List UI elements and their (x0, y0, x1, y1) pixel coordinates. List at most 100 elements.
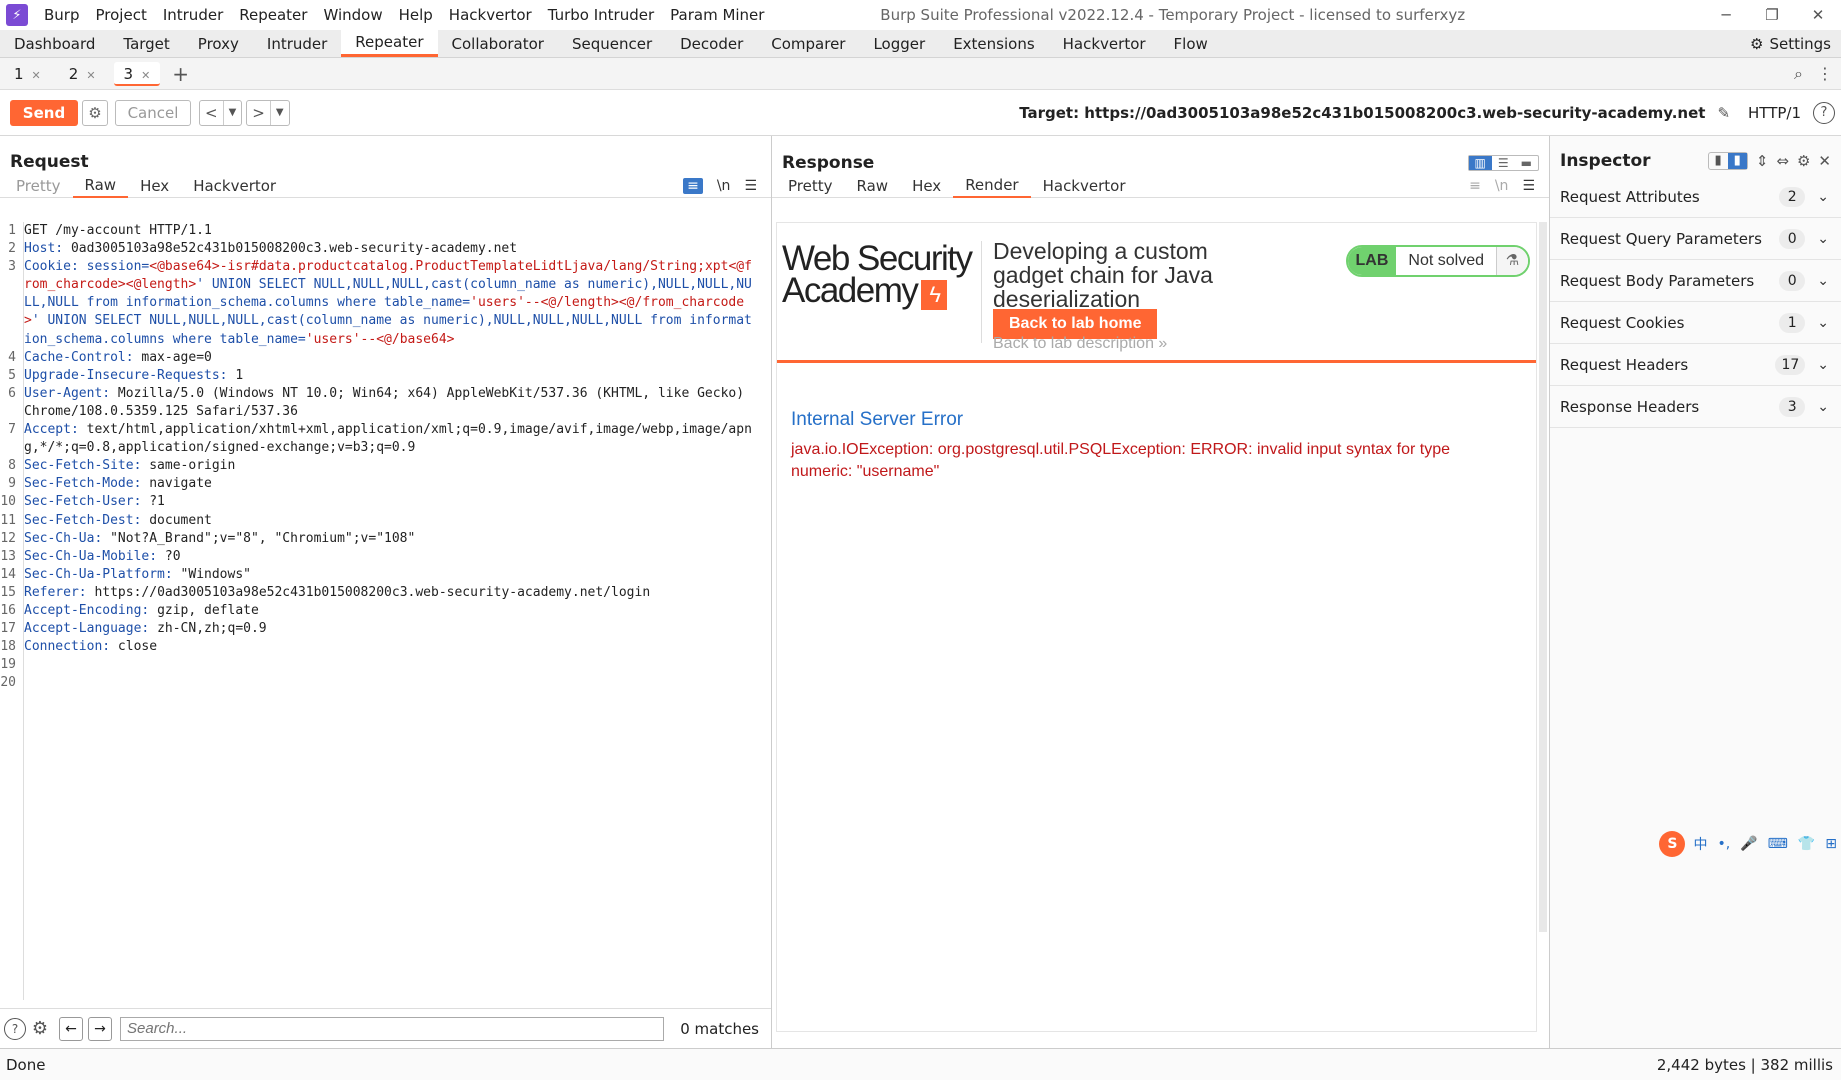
ime-tool-icon[interactable]: 中 (1693, 834, 1707, 854)
repeater-tab-1[interactable]: 1 ✕ (4, 62, 51, 86)
inspector-settings-gear-icon[interactable]: ⚙ (1797, 152, 1810, 170)
close-tab-icon[interactable]: ✕ (86, 69, 95, 82)
menu-icon[interactable]: ☰ (744, 178, 757, 194)
view-tab-raw[interactable]: Raw (72, 174, 129, 198)
sogou-ime-icon[interactable]: S (1659, 831, 1686, 857)
send-options-gear-icon[interactable]: ⚙ (82, 99, 108, 126)
ime-tool-icon[interactable]: •, (1717, 836, 1730, 852)
chevron-down-icon[interactable]: ⌄ (1817, 357, 1829, 373)
show-newlines-icon[interactable]: \n (1495, 178, 1509, 194)
search-icon[interactable]: ⌕ (1794, 64, 1803, 84)
ime-tool-icon[interactable]: ⊞ (1825, 836, 1837, 852)
help-icon[interactable]: ? (4, 1017, 26, 1040)
layout-tabs-icon[interactable]: ▬ (1515, 156, 1538, 170)
tab-logger[interactable]: Logger (859, 31, 939, 57)
search-settings-gear-icon[interactable]: ⚙ (29, 1018, 51, 1040)
inspector-section-request-attributes[interactable]: Request Attributes 2 ⌄ (1550, 176, 1841, 218)
close-inspector-icon[interactable]: ✕ (1818, 152, 1831, 170)
collapse-all-icon[interactable]: ⇔ (1776, 152, 1789, 170)
menu-hackvertor[interactable]: Hackvertor (441, 0, 540, 30)
menu-burp[interactable]: Burp (36, 0, 88, 30)
close-tab-icon[interactable]: ✕ (141, 69, 150, 82)
chevron-down-icon[interactable]: ⌄ (1817, 189, 1829, 205)
view-tab-hackvertor[interactable]: Hackvertor (181, 175, 288, 197)
view-tab-hackvertor[interactable]: Hackvertor (1031, 175, 1138, 197)
menu-icon[interactable]: ☰ (1522, 178, 1535, 194)
tab-dashboard[interactable]: Dashboard (0, 31, 109, 57)
layout-stacked-icon[interactable]: ☰ (1492, 156, 1515, 170)
previous-match-icon[interactable]: ← (59, 1016, 83, 1041)
repeater-tab-3[interactable]: 3 ✕ (113, 61, 161, 86)
settings-button[interactable]: ⚙ Settings (1740, 35, 1841, 53)
inspector-section-response-headers[interactable]: Response Headers 3 ⌄ (1550, 386, 1841, 428)
menu-repeater[interactable]: Repeater (231, 0, 315, 30)
chevron-down-icon[interactable]: ⌄ (1817, 315, 1829, 331)
ime-tool-icon[interactable]: ⌨ (1768, 836, 1788, 852)
close-window-icon[interactable]: ✕ (1795, 6, 1841, 24)
back-to-lab-description-link[interactable]: Back to lab description » (993, 335, 1167, 353)
tab-proxy[interactable]: Proxy (184, 31, 253, 57)
expand-all-icon[interactable]: ⇕ (1756, 152, 1769, 170)
inspector-section-request-query-parameters[interactable]: Request Query Parameters 0 ⌄ (1550, 218, 1841, 260)
chevron-down-icon[interactable]: ⌄ (1817, 399, 1829, 415)
search-input[interactable] (120, 1016, 664, 1041)
tab-comparer[interactable]: Comparer (757, 31, 859, 57)
panel-right-icon[interactable]: ▮ (1727, 153, 1747, 169)
ime-tool-icon[interactable]: 🎤 (1740, 836, 1757, 852)
line-number: 2 (8, 241, 16, 257)
inspector-section-request-headers[interactable]: Request Headers 17 ⌄ (1550, 344, 1841, 386)
wrap-lines-icon[interactable]: ≡ (1469, 178, 1481, 194)
back-dropdown-icon[interactable]: ▼ (222, 100, 242, 125)
web-security-academy-logo[interactable]: Web Security Academy ϟ (782, 241, 973, 310)
menu-intruder[interactable]: Intruder (155, 0, 231, 30)
show-newlines-icon[interactable]: \n (717, 178, 731, 194)
layout-split-icon[interactable]: ▥ (1468, 156, 1492, 170)
chevron-down-icon[interactable]: ⌄ (1817, 231, 1829, 247)
send-button[interactable]: Send (10, 99, 78, 126)
menu-window[interactable]: Window (315, 0, 390, 30)
panel-left-icon[interactable]: ▮ (1709, 153, 1728, 169)
tab-sequencer[interactable]: Sequencer (558, 31, 666, 57)
inspector-section-request-body-parameters[interactable]: Request Body Parameters 0 ⌄ (1550, 260, 1841, 302)
view-tab-render[interactable]: Render (953, 174, 1031, 198)
add-tab-icon[interactable]: + (172, 62, 189, 86)
cancel-button[interactable]: Cancel (115, 99, 191, 126)
code-token: document (149, 512, 212, 528)
restore-icon[interactable]: ❐ (1749, 6, 1795, 24)
more-vertical-icon[interactable]: ⋮ (1817, 64, 1833, 83)
menu-help[interactable]: Help (391, 0, 441, 30)
menu-param-miner[interactable]: Param Miner (662, 0, 772, 30)
tab-flow[interactable]: Flow (1160, 31, 1222, 57)
tab-decoder[interactable]: Decoder (666, 31, 757, 57)
view-tab-hex[interactable]: Hex (900, 175, 953, 197)
wrap-lines-icon[interactable]: ≡ (683, 177, 703, 194)
http-version[interactable]: HTTP/1 (1748, 104, 1801, 122)
inspector-section-request-cookies[interactable]: Request Cookies 1 ⌄ (1550, 302, 1841, 344)
response-scrollbar[interactable] (1539, 222, 1547, 932)
view-tab-hex[interactable]: Hex (128, 175, 181, 197)
close-tab-icon[interactable]: ✕ (32, 69, 41, 82)
menu-project[interactable]: Project (88, 0, 155, 30)
request-editor[interactable]: 1 GET /my-account HTTP/1.1 2 Host: 0ad30051… (0, 222, 763, 1000)
next-match-icon[interactable]: → (88, 1016, 112, 1041)
back-icon[interactable]: < (200, 101, 223, 125)
repeater-tab-2[interactable]: 2 ✕ (59, 62, 106, 86)
code-token: <@/base64> (376, 331, 455, 347)
tab-hackvertor[interactable]: Hackvertor (1049, 31, 1160, 57)
help-icon[interactable]: ? (1813, 101, 1835, 124)
menu-turbo-intruder[interactable]: Turbo Intruder (540, 0, 662, 30)
tab-extensions[interactable]: Extensions (939, 31, 1048, 57)
tab-intruder[interactable]: Intruder (253, 31, 341, 57)
tab-target[interactable]: Target (109, 31, 183, 57)
ime-tool-icon[interactable]: 👕 (1798, 836, 1815, 852)
forward-dropdown-icon[interactable]: ▼ (269, 100, 289, 125)
chevron-down-icon[interactable]: ⌄ (1817, 273, 1829, 289)
view-tab-pretty[interactable]: Pretty (776, 175, 845, 197)
forward-icon[interactable]: > (247, 101, 270, 125)
tab-repeater[interactable]: Repeater (341, 30, 438, 57)
view-tab-raw[interactable]: Raw (845, 175, 901, 197)
minimize-icon[interactable]: ─ (1703, 6, 1749, 24)
edit-target-pencil-icon[interactable]: ✎ (1717, 104, 1730, 122)
tab-collaborator[interactable]: Collaborator (438, 31, 558, 57)
view-tab-pretty[interactable]: Pretty (4, 175, 73, 197)
